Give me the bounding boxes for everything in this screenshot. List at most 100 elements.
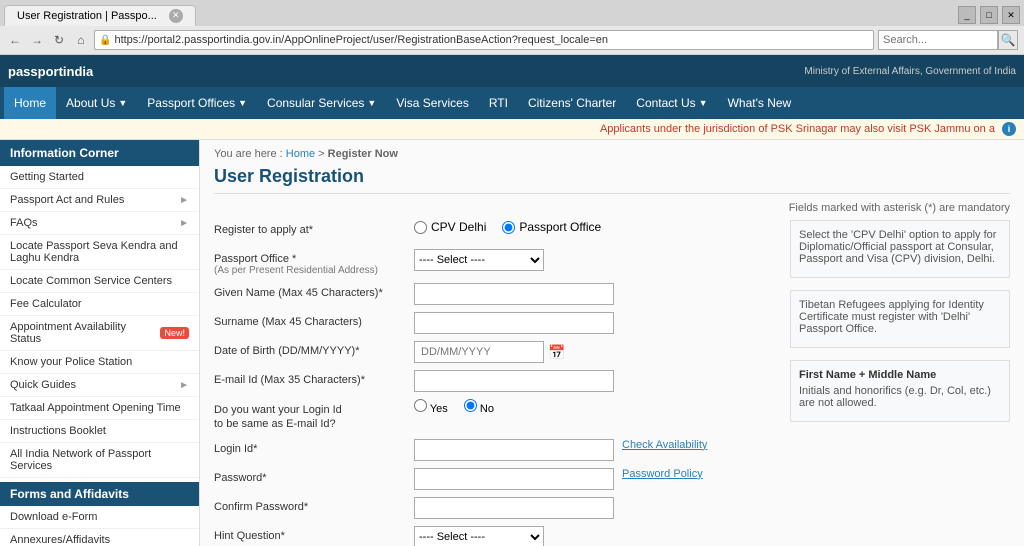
- password-label: Password*: [214, 468, 414, 484]
- nav-whats-new[interactable]: What's New: [718, 87, 802, 119]
- sidebar-item-tatkaal[interactable]: Tatkaal Appointment Opening Time: [0, 397, 199, 420]
- cpv-delhi-radio[interactable]: [414, 221, 427, 234]
- nav-rti[interactable]: RTI: [479, 87, 518, 119]
- form-left: Register to apply at* CPV Delhi Passport…: [214, 220, 780, 546]
- ministry-text: Ministry of External Affairs, Government…: [804, 66, 1016, 77]
- sidebar-item-police-station[interactable]: Know your Police Station: [0, 351, 199, 374]
- passport-office-label: Passport Office * (As per Present Reside…: [214, 249, 414, 276]
- register-radio-group: CPV Delhi Passport Office: [414, 220, 601, 234]
- login-same-radio-group: Yes No: [414, 399, 494, 415]
- password-policy-link[interactable]: Password Policy: [622, 468, 703, 480]
- surname-row: Surname (Max 45 Characters): [214, 312, 780, 334]
- sidebar-item-locate-centers[interactable]: Locate Common Service Centers: [0, 270, 199, 293]
- yes-option[interactable]: Yes: [414, 399, 448, 415]
- nav-charter[interactable]: Citizens' Charter: [518, 87, 626, 119]
- passport-office-select[interactable]: ---- Select ----: [414, 249, 544, 271]
- confirm-password-input[interactable]: [414, 497, 614, 519]
- hint-question-row: Hint Question* ---- Select ----: [214, 526, 780, 546]
- sidebar-item-getting-started[interactable]: Getting Started: [0, 166, 199, 189]
- cpv-delhi-option[interactable]: CPV Delhi: [414, 220, 486, 234]
- breadcrumb-home[interactable]: Home: [286, 148, 315, 160]
- passport-office-radio[interactable]: [502, 221, 515, 234]
- maximize-button[interactable]: □: [980, 6, 998, 24]
- sidebar-item-faqs[interactable]: FAQs ►: [0, 212, 199, 235]
- info-icon[interactable]: i: [1002, 122, 1016, 136]
- no-option[interactable]: No: [464, 399, 494, 415]
- surname-input[interactable]: [414, 312, 614, 334]
- address-bar[interactable]: 🔒 https://portal2.passportindia.gov.in/A…: [94, 30, 874, 50]
- refresh-button[interactable]: ↻: [50, 31, 68, 49]
- nav-home[interactable]: Home: [4, 87, 56, 119]
- no-radio[interactable]: [464, 399, 477, 412]
- nav-passport-offices[interactable]: Passport Offices ▼: [137, 87, 257, 119]
- dob-label: Date of Birth (DD/MM/YYYY)*: [214, 341, 414, 357]
- sidebar-section-forms: Forms and Affidavits: [0, 482, 199, 506]
- login-same-label: Do you want your Login Idto be same as E…: [214, 399, 414, 432]
- login-same-row: Do you want your Login Idto be same as E…: [214, 399, 780, 432]
- search-input[interactable]: [878, 30, 998, 50]
- login-id-row: Login Id* Check Availability: [214, 439, 780, 461]
- password-row: Password* Password Policy: [214, 468, 780, 490]
- sidebar-section-info: Information Corner: [0, 140, 199, 166]
- yes-radio[interactable]: [414, 399, 427, 412]
- breadcrumb: You are here : Home > Register Now: [214, 148, 1010, 160]
- form-body: Register to apply at* CPV Delhi Passport…: [214, 220, 1010, 546]
- back-button[interactable]: ←: [6, 31, 24, 49]
- tab-close-icon[interactable]: ✕: [169, 9, 183, 23]
- given-name-input[interactable]: [414, 283, 614, 305]
- name-info-box: First Name + Middle Name Initials and ho…: [790, 360, 1010, 422]
- url-text: https://portal2.passportindia.gov.in/App…: [114, 34, 608, 46]
- date-wrapper: 📅: [414, 341, 565, 363]
- check-availability-link[interactable]: Check Availability: [622, 439, 707, 451]
- main-content: Information Corner Getting Started Passp…: [0, 140, 1024, 546]
- nav-about[interactable]: About Us ▼: [56, 87, 137, 119]
- sidebar-item-instructions[interactable]: Instructions Booklet: [0, 420, 199, 443]
- hint-question-label: Hint Question*: [214, 526, 414, 542]
- form-right: Select the 'CPV Delhi' option to apply f…: [790, 220, 1010, 546]
- home-button[interactable]: ⌂: [72, 31, 90, 49]
- dob-row: Date of Birth (DD/MM/YYYY)* 📅: [214, 341, 780, 363]
- email-input[interactable]: [414, 370, 614, 392]
- sidebar-item-fee-calc[interactable]: Fee Calculator: [0, 293, 199, 316]
- site-header: passportindia Ministry of External Affai…: [0, 55, 1024, 87]
- notification-bar: Applicants under the jurisdiction of PSK…: [0, 119, 1024, 140]
- sidebar-item-annexures[interactable]: Annexures/Affidavits: [0, 529, 199, 546]
- dob-input[interactable]: [414, 341, 544, 363]
- site-logo: passportindia: [8, 64, 93, 79]
- browser-tab[interactable]: User Registration | Passpo... ✕: [4, 5, 196, 26]
- nav-consular[interactable]: Consular Services ▼: [257, 87, 386, 119]
- login-id-label: Login Id*: [214, 439, 414, 455]
- tibetan-info-box: Tibetan Refugees applying for Identity C…: [790, 290, 1010, 348]
- login-id-input[interactable]: [414, 439, 614, 461]
- minimize-button[interactable]: _: [958, 6, 976, 24]
- page-title: User Registration: [214, 166, 1010, 194]
- nav-visa[interactable]: Visa Services: [386, 87, 478, 119]
- email-row: E-mail Id (Max 35 Characters)*: [214, 370, 780, 392]
- forward-button[interactable]: →: [28, 31, 46, 49]
- sidebar-item-appointment-status[interactable]: Appointment Availability Status New!: [0, 316, 199, 351]
- confirm-password-label: Confirm Password*: [214, 497, 414, 513]
- close-button[interactable]: ✕: [1002, 6, 1020, 24]
- sidebar-item-locate-kendra[interactable]: Locate Passport Seva Kendra and Laghu Ke…: [0, 235, 199, 270]
- sidebar: Information Corner Getting Started Passp…: [0, 140, 200, 546]
- search-button[interactable]: 🔍: [998, 30, 1018, 50]
- cpv-info-box: Select the 'CPV Delhi' option to apply f…: [790, 220, 1010, 278]
- cpv-info-text: Select the 'CPV Delhi' option to apply f…: [799, 229, 1001, 265]
- sidebar-item-all-india[interactable]: All India Network of Passport Services: [0, 443, 199, 478]
- sidebar-item-quick-guides[interactable]: Quick Guides ►: [0, 374, 199, 397]
- passport-office-row: Passport Office * (As per Present Reside…: [214, 249, 780, 276]
- hint-question-select[interactable]: ---- Select ----: [414, 526, 544, 546]
- nav-contact[interactable]: Contact Us ▼: [626, 87, 717, 119]
- sidebar-item-passport-act[interactable]: Passport Act and Rules ►: [0, 189, 199, 212]
- browser-chrome: User Registration | Passpo... ✕ _ □ ✕ ← …: [0, 0, 1024, 55]
- sidebar-item-download-form[interactable]: Download e-Form: [0, 506, 199, 529]
- passport-office-option[interactable]: Passport Office: [502, 220, 601, 234]
- given-name-label: Given Name (Max 45 Characters)*: [214, 283, 414, 299]
- calendar-icon[interactable]: 📅: [548, 344, 565, 361]
- register-apply-label: Register to apply at*: [214, 220, 414, 236]
- tibetan-info-text: Tibetan Refugees applying for Identity C…: [799, 299, 1001, 335]
- email-label: E-mail Id (Max 35 Characters)*: [214, 370, 414, 386]
- password-input[interactable]: [414, 468, 614, 490]
- notification-text: Applicants under the jurisdiction of PSK…: [600, 122, 1016, 136]
- tab-title: User Registration | Passpo...: [17, 10, 157, 22]
